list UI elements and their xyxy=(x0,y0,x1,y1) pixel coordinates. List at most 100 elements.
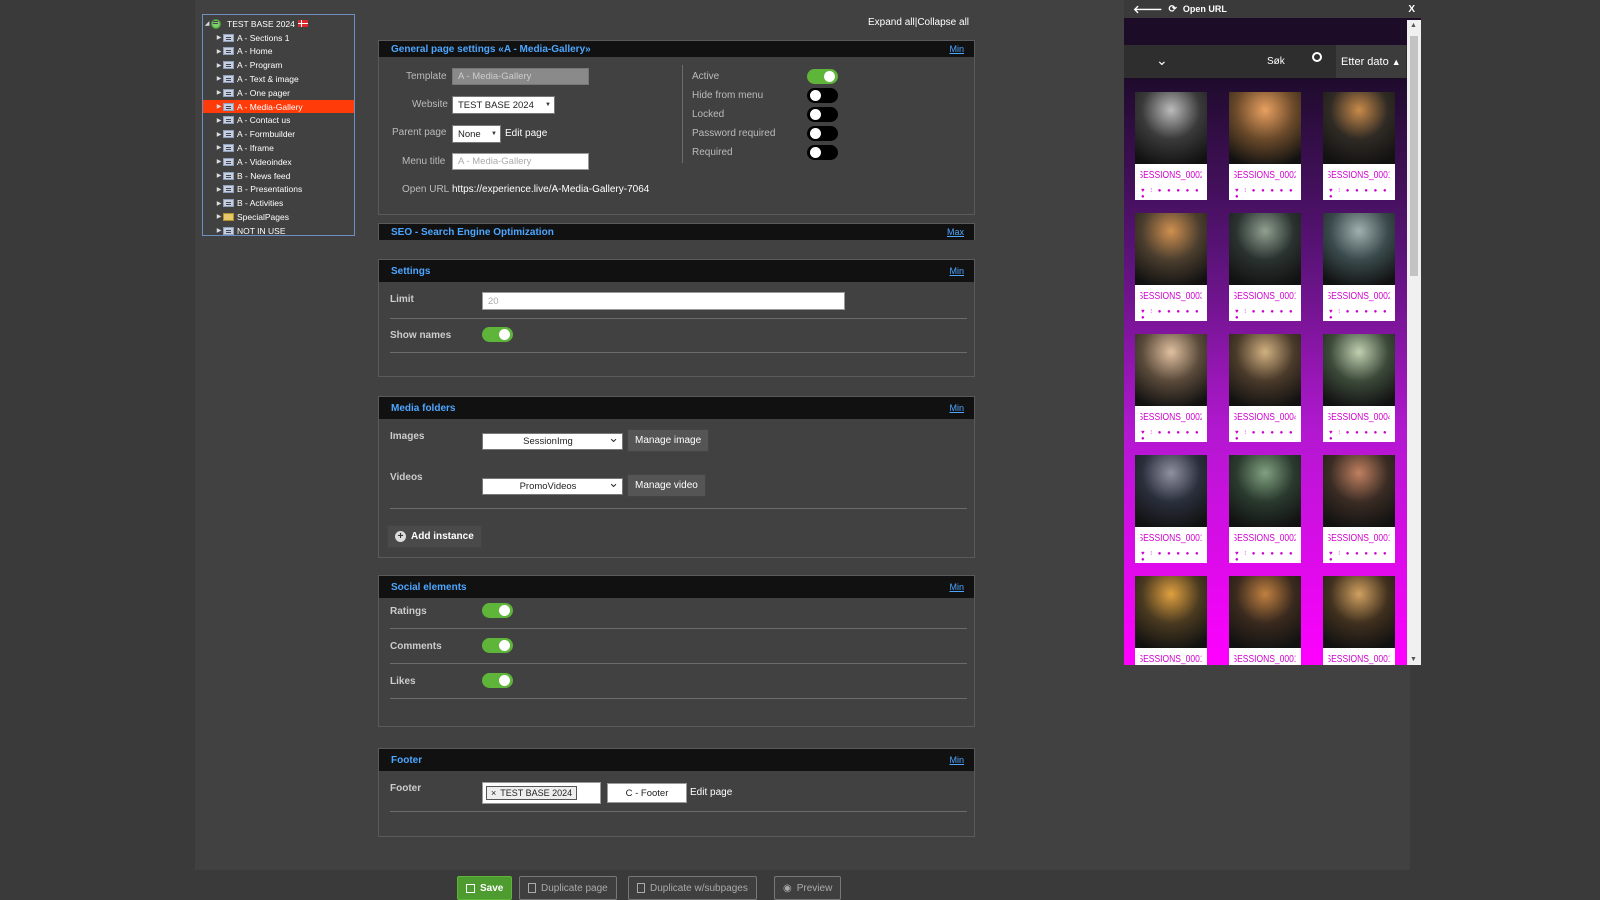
gallery-card[interactable]: SESSIONS_0001♥ ⁝ ● ● ● ● ● ● xyxy=(1229,576,1301,665)
gallery-card[interactable]: SESSIONS_0002 ♥ ⁝ ● ● ● ● ● ● xyxy=(1135,334,1207,442)
tree-item[interactable]: ▶ A - Text & image xyxy=(203,72,354,85)
gallery-card[interactable]: SESSIONS_0001♥ ⁝ ● ● ● ● ● ● xyxy=(1229,213,1301,321)
gallery-thumbnail[interactable] xyxy=(1229,92,1301,164)
tree-item[interactable]: ▶ A - Iframe xyxy=(203,141,354,154)
tree-item[interactable]: ▶ A - Home xyxy=(203,45,354,58)
show-names-toggle[interactable] xyxy=(482,327,513,342)
rating-stars[interactable]: ♥ ⁝ ● ● ● ● ● ● xyxy=(1323,307,1395,321)
collapse-all-link[interactable]: Collapse all xyxy=(917,17,969,28)
tree-item[interactable]: ▶ A - Contact us xyxy=(203,114,354,127)
gallery-thumbnail[interactable] xyxy=(1229,455,1301,527)
social-toggle[interactable] xyxy=(482,603,513,618)
expand-arrow-icon[interactable]: ▶ xyxy=(215,227,223,234)
rating-stars[interactable]: ♥ ⁝ ● ● ● ● ● ● xyxy=(1229,428,1301,442)
tree-item[interactable]: ▶ SpecialPages xyxy=(203,210,354,223)
duplicate-page-button[interactable]: Duplicate page xyxy=(519,876,617,900)
sort-select[interactable]: Etter dato ▲ xyxy=(1336,45,1406,78)
tree-item[interactable]: ▶ B - Presentations xyxy=(203,183,354,196)
preview-button[interactable]: ◉ Preview xyxy=(774,876,842,900)
expand-all-link[interactable]: Expand all xyxy=(868,17,915,28)
gallery-card[interactable]: SESSIONS_0004 ♥ ⁝ ● ● ● ● ● ● xyxy=(1229,334,1301,442)
flag-toggle[interactable] xyxy=(807,126,838,141)
rating-stars[interactable]: ♥ ⁝ ● ● ● ● ● ● xyxy=(1135,186,1207,200)
expand-arrow-icon[interactable]: ▶ xyxy=(215,213,223,220)
expand-arrow-icon[interactable]: ▶ xyxy=(215,158,223,165)
flag-toggle[interactable] xyxy=(807,145,838,160)
tree-item[interactable]: ▶ NOT IN USE xyxy=(203,224,354,237)
gallery-thumbnail[interactable] xyxy=(1135,576,1207,648)
gallery-thumbnail[interactable] xyxy=(1135,334,1207,406)
tree-root[interactable]: ◢ TEST BASE 2024 xyxy=(203,17,354,30)
gallery-card[interactable]: SESSIONS_0001♥ ⁝ ● ● ● ● ● ● xyxy=(1323,455,1395,563)
expand-arrow-icon[interactable]: ▶ xyxy=(215,200,223,207)
footer-site-field[interactable]: × TEST BASE 2024 xyxy=(482,782,601,804)
website-select[interactable]: TEST BASE 2024 xyxy=(452,96,555,114)
footer-toggle[interactable]: Min xyxy=(949,755,964,765)
remove-tag-icon[interactable]: × xyxy=(491,788,496,798)
gallery-card[interactable]: SESSIONS_0001♥ ⁝ ● ● ● ● ● ● xyxy=(1323,576,1395,665)
expand-arrow-icon[interactable]: ▶ xyxy=(215,144,223,151)
gallery-thumbnail[interactable] xyxy=(1135,455,1207,527)
tree-item[interactable]: ▶ B - News feed xyxy=(203,169,354,182)
rating-stars[interactable]: ♥ ⁝ ● ● ● ● ● ● xyxy=(1135,307,1207,321)
social-toggle[interactable] xyxy=(482,638,513,653)
parent-page-select[interactable]: None xyxy=(452,125,501,143)
close-preview-icon[interactable]: X xyxy=(1408,4,1415,15)
tree-item[interactable]: ▶ A - Videoindex xyxy=(203,155,354,168)
flag-toggle[interactable] xyxy=(807,107,838,122)
expand-arrow-icon[interactable]: ▶ xyxy=(215,186,223,193)
rating-stars[interactable]: ♥ ⁝ ● ● ● ● ● ● xyxy=(1229,307,1301,321)
rating-stars[interactable]: ♥ ⁝ ● ● ● ● ● ● xyxy=(1229,549,1301,563)
footer-edit-page-link[interactable]: Edit page xyxy=(690,787,732,798)
gallery-card[interactable]: SESSIONS_0004 ♥ ⁝ ● ● ● ● ● ● xyxy=(1323,334,1395,442)
scroll-up-icon[interactable]: ▲ xyxy=(1410,22,1417,29)
expand-arrow-icon[interactable]: ▶ xyxy=(215,62,223,69)
videos-select[interactable]: PromoVideos xyxy=(482,475,623,495)
tree-item[interactable]: ▶ A - Program xyxy=(203,59,354,72)
rating-stars[interactable]: ♥ ⁝ ● ● ● ● ● ● xyxy=(1323,186,1395,200)
refresh-icon[interactable]: ⟳ xyxy=(1169,4,1177,15)
scroll-down-icon[interactable]: ▼ xyxy=(1410,656,1417,663)
back-icon[interactable]: 🡐 xyxy=(1133,2,1163,16)
flag-toggle[interactable] xyxy=(807,88,838,103)
tree-item[interactable]: ▶ A - Sections 1 xyxy=(203,31,354,44)
expand-arrow-icon[interactable]: ▶ xyxy=(215,75,223,82)
tree-item[interactable]: ▶ A - One pager xyxy=(203,86,354,99)
add-instance-button[interactable]: + Add instance xyxy=(387,525,482,548)
gallery-card[interactable]: SESSIONS_0003 ♥ ⁝ ● ● ● ● ● ● xyxy=(1135,213,1207,321)
tree-item[interactable]: ▶ A - Formbuilder xyxy=(203,128,354,141)
rating-stars[interactable]: ♥ ⁝ ● ● ● ● ● ● xyxy=(1229,186,1301,200)
media-folders-toggle[interactable]: Min xyxy=(949,403,964,413)
gallery-thumbnail[interactable] xyxy=(1229,213,1301,285)
gallery-thumbnail[interactable] xyxy=(1135,213,1207,285)
gallery-card[interactable]: SESSIONS_0001♥ ⁝ ● ● ● ● ● ● xyxy=(1135,455,1207,563)
gallery-card[interactable]: SESSIONS_0002 ♥ ⁝ ● ● ● ● ● ● xyxy=(1229,455,1301,563)
expand-arrow-icon[interactable]: ▶ xyxy=(215,172,223,179)
expand-arrow-icon[interactable]: ▶ xyxy=(215,117,223,124)
gallery-thumbnail[interactable] xyxy=(1323,213,1395,285)
expand-arrow-icon[interactable]: ▶ xyxy=(215,131,223,138)
manage-video-button[interactable]: Manage video xyxy=(627,474,706,497)
collapse-arrow-icon[interactable]: ◢ xyxy=(203,20,211,27)
gallery-thumbnail[interactable] xyxy=(1323,576,1395,648)
expand-arrow-icon[interactable]: ▶ xyxy=(215,48,223,55)
footer-page-field[interactable]: C - Footer xyxy=(607,783,687,803)
rating-stars[interactable]: ♥ ⁝ ● ● ● ● ● ● xyxy=(1323,428,1395,442)
preview-scroll-thumb[interactable] xyxy=(1410,36,1418,276)
images-select[interactable]: SessionImg xyxy=(482,430,623,450)
gallery-thumbnail[interactable] xyxy=(1135,92,1207,164)
parent-edit-page-link[interactable]: Edit page xyxy=(505,128,547,139)
open-url-value[interactable]: https://experience.live/A-Media-Gallery-… xyxy=(452,184,649,195)
search-icon[interactable] xyxy=(1312,52,1322,62)
rating-stars[interactable]: ♥ ⁝ ● ● ● ● ● ● xyxy=(1135,428,1207,442)
rating-stars[interactable]: ♥ ⁝ ● ● ● ● ● ● xyxy=(1135,549,1207,563)
gallery-thumbnail[interactable] xyxy=(1229,576,1301,648)
gallery-card[interactable]: SESSIONS_0001♥ ⁝ ● ● ● ● ● ● xyxy=(1135,576,1207,665)
gallery-card[interactable]: SESSIONS_0002 ♥ ⁝ ● ● ● ● ● ● xyxy=(1323,213,1395,321)
tree-item[interactable]: ▶ A - Media-Gallery xyxy=(203,100,354,113)
footer-site-tag[interactable]: × TEST BASE 2024 xyxy=(486,786,578,800)
flag-toggle[interactable] xyxy=(807,69,838,84)
gallery-thumbnail[interactable] xyxy=(1323,334,1395,406)
tree-item[interactable]: ▶ B - Activities xyxy=(203,197,354,210)
limit-input[interactable]: 20 xyxy=(482,292,845,310)
